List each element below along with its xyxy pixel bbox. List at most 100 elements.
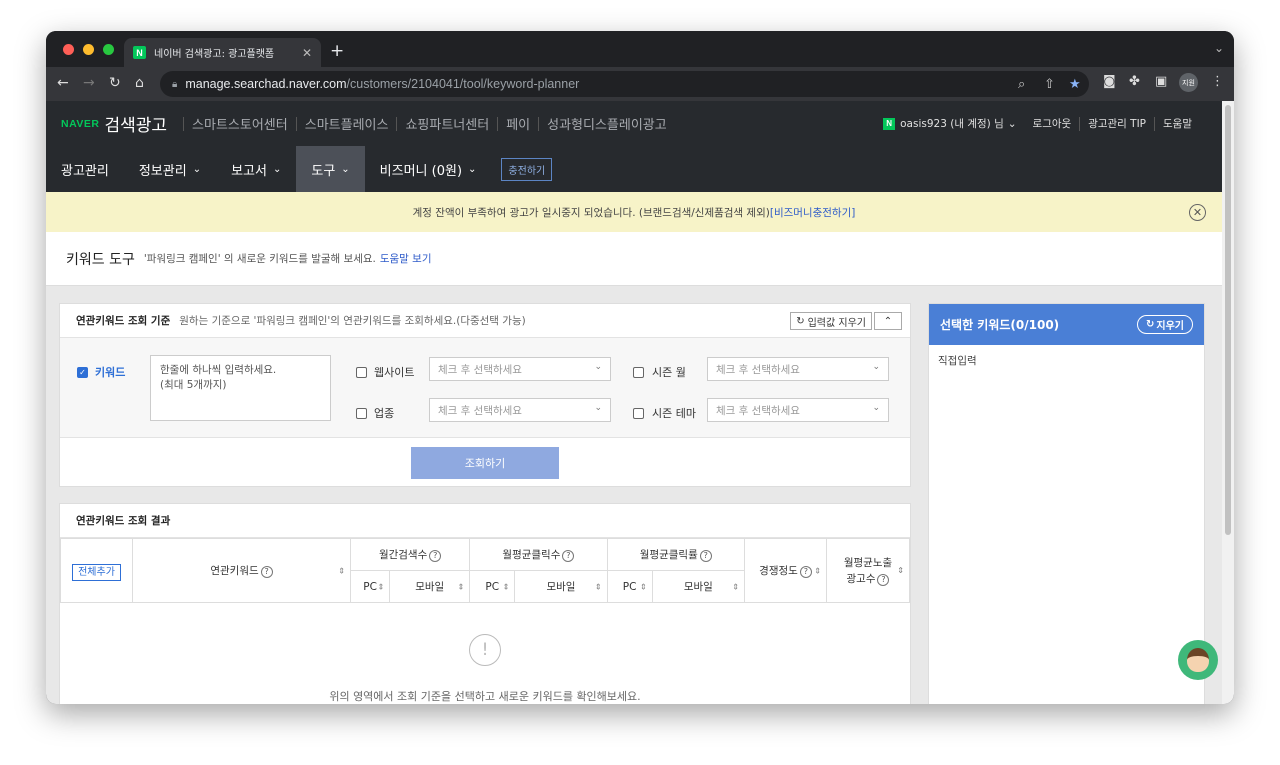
col-clicks-pc[interactable]: PC ⇕ [469,570,516,603]
help-view-link[interactable]: 도움말 보기 [380,251,432,266]
sort-icon[interactable]: ⇕ [595,582,602,591]
season-month-checkbox[interactable] [633,367,644,378]
search-button[interactable]: 조회하기 [411,447,559,479]
keyword-placeholder-line2: (최대 5개까지) [160,379,227,391]
url-field[interactable]: 🔒︎ manage.searchad.naver.com /customers/… [160,71,1089,97]
col-competition[interactable]: 경쟁정도? ⇕ [744,538,827,603]
naver-favicon-icon: N [133,46,146,59]
account-dropdown[interactable]: oasis923 (내 계정) 님 [900,116,1004,131]
new-tab-icon[interactable]: + [330,41,344,61]
season-theme-select[interactable]: 체크 후 선택하세요 ⌄ [707,398,889,422]
menu-tools[interactable]: 도구 ⌄ [296,146,365,192]
industry-select[interactable]: 체크 후 선택하세요 ⌄ [429,398,611,422]
side-panel-icon[interactable]: ▣ [1155,74,1167,89]
sort-icon[interactable]: ⇕ [897,563,904,579]
logout-link[interactable]: 로그아웃 [1033,116,1072,131]
maximize-window-button[interactable] [103,44,114,55]
help-icon[interactable]: ? [429,550,442,562]
divider [1154,116,1156,131]
url-path: /customers/2104041/tool/keyword-planner [346,77,580,91]
zoom-search-icon[interactable]: ⌕ [1018,76,1025,92]
col-monthly-search-label: 월간검색수 [378,549,428,561]
page-scrollbar[interactable] [1222,101,1234,704]
help-icon[interactable]: ? [877,573,890,586]
help-icon[interactable]: ? [699,550,712,562]
naver-account-icon: N [883,117,896,130]
col-ctr-mobile[interactable]: 모바일 ⇕ [651,570,746,603]
page-title: 키워드 도구 [66,251,135,268]
page-description: '파워링크 캠페인' 의 새로운 키워드를 발굴해 보세요. [143,253,376,265]
naver-logo[interactable]: NAVER [61,118,99,130]
help-link[interactable]: 도움말 [1163,116,1192,131]
website-select[interactable]: 체크 후 선택하세요 ⌄ [429,357,611,381]
menu-reports[interactable]: 보고서 ⌄ [216,146,296,192]
forward-icon[interactable]: → [83,75,95,91]
close-window-button[interactable] [63,44,74,55]
col-competition-label: 경쟁정도 [759,565,798,577]
direct-input-link[interactable]: 직접입력 [938,353,977,368]
menu-ad-management[interactable]: 광고관리 [46,146,124,192]
sort-icon[interactable]: ⇕ [814,566,821,575]
bizmoney-charge-link[interactable]: [비즈머니충전하기] [770,205,855,220]
service-link-smartstore[interactable]: 스마트스토어센터 [192,114,288,133]
tip-link[interactable]: 광고관리 TIP [1088,116,1146,131]
chevron-down-icon: ⌄ [192,163,202,175]
sort-icon[interactable]: ⇕ [503,582,510,591]
sort-icon[interactable]: ⇕ [458,582,465,591]
searchad-brand[interactable]: 검색광고 [104,111,167,136]
extensions-puzzle-icon[interactable]: ✤ [1129,74,1140,89]
tab-bar: N 네이버 검색광고: 광고플랫폼 ✕ + ⌄ [46,31,1234,67]
browser-tab[interactable]: N 네이버 검색광고: 광고플랫폼 ✕ [124,38,321,67]
clear-input-button[interactable]: ↻ 입력값 지우기 [790,312,872,330]
menu-info-management[interactable]: 정보관리 ⌄ [124,146,216,192]
website-checkbox[interactable] [356,367,367,378]
share-icon[interactable]: ⇧ [1044,76,1055,92]
refresh-icon: ↻ [796,315,805,327]
col-keyword[interactable]: 연관키워드? ⇕ [132,538,351,603]
scrollbar-thumb[interactable] [1225,105,1231,535]
season-theme-checkbox[interactable] [633,408,644,419]
col-ctr-pc[interactable]: PC ⇕ [606,570,653,603]
chevron-down-icon: ⌄ [594,403,602,413]
chevron-down-icon: ⌄ [272,163,282,175]
col-search-mobile[interactable]: 모바일 ⇕ [389,570,471,603]
select-placeholder: 체크 후 선택하세요 [438,363,522,376]
bookmark-star-icon[interactable]: ★ [1069,76,1081,92]
browser-menu-icon[interactable]: ⋮ [1211,74,1224,89]
col-avg-ads[interactable]: 월평균노출 광고수? ⇕ [826,538,910,603]
industry-checkbox[interactable] [356,408,367,419]
clear-selected-button[interactable]: ↻ 지우기 [1137,315,1193,334]
help-icon[interactable]: ? [799,566,812,578]
close-notice-icon[interactable]: ✕ [1189,204,1206,221]
page-content: NAVER 검색광고 스마트스토어센터 스마트플레이스 쇼핑파트너센터 페이 성… [46,101,1222,704]
menu-bizmoney[interactable]: 비즈머니 (0원) ⌄ [365,146,492,192]
reload-icon[interactable]: ↻ [109,75,121,91]
tab-search-chevron-icon[interactable]: ⌄ [1214,41,1224,55]
home-icon[interactable]: ⌂ [135,75,144,91]
tab-close-icon[interactable]: ✕ [302,46,312,60]
sort-icon[interactable]: ⇕ [338,566,345,575]
sort-icon[interactable]: ⇕ [377,582,384,591]
help-icon[interactable]: ? [562,550,575,562]
charge-button[interactable]: 충전하기 [501,157,553,181]
keyword-textarea[interactable]: 한줄에 하나씩 입력하세요. (최대 5개까지) [150,355,331,421]
service-link-display-ad[interactable]: 성과형디스플레이광고 [547,114,667,133]
help-icon[interactable]: ? [260,566,273,578]
minimize-window-button[interactable] [83,44,94,55]
service-link-shopping-partner[interactable]: 쇼핑파트너센터 [405,114,489,133]
col-search-pc[interactable]: PC ⇕ [349,570,391,603]
chatbot-avatar-icon[interactable] [1178,640,1218,680]
profile-avatar[interactable]: 지원 [1179,73,1198,92]
collapse-button[interactable]: ⌃ [874,312,902,330]
col-clicks-mobile[interactable]: 모바일 ⇕ [514,570,608,603]
service-link-smartplace[interactable]: 스마트플레이스 [305,114,389,133]
service-link-pay[interactable]: 페이 [506,114,530,133]
keyword-checkbox[interactable]: ✓ [77,367,88,378]
add-all-button[interactable]: 전체추가 [72,564,121,581]
sort-icon[interactable]: ⇕ [640,582,647,591]
col-avg-clicks-label: 월평균클릭수 [502,549,561,561]
back-icon[interactable]: ← [57,75,69,91]
camera-extension-icon[interactable]: ◙ [1103,74,1116,89]
season-month-select[interactable]: 체크 후 선택하세요 ⌄ [707,357,889,381]
sort-icon[interactable]: ⇕ [732,582,739,591]
